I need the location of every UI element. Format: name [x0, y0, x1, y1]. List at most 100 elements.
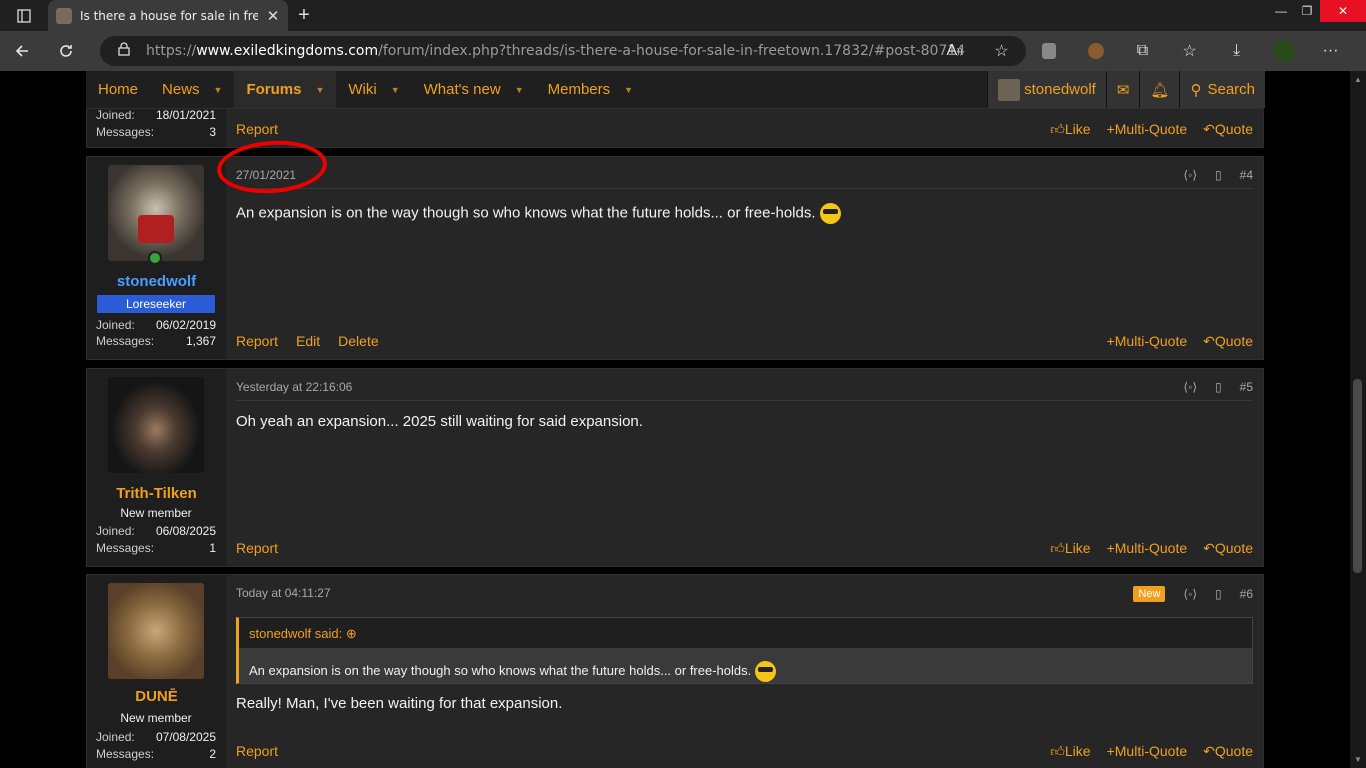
- window-controls: — ❐ ✕: [1268, 0, 1366, 31]
- scroll-up-icon[interactable]: ▲: [1354, 75, 1362, 84]
- avatar[interactable]: [108, 377, 204, 473]
- refresh-icon[interactable]: [44, 31, 88, 71]
- nav-forums-label: Forums: [246, 81, 302, 98]
- tab-actions-icon[interactable]: [0, 0, 48, 31]
- post-3-body: Report 👍︎Like +Multi-Quote ↶Quote: [236, 109, 1253, 147]
- post-date[interactable]: Yesterday at 22:16:06: [236, 380, 352, 394]
- like-button[interactable]: 👍︎Like: [1050, 121, 1090, 138]
- like-button[interactable]: 👍︎Like: [1050, 540, 1090, 557]
- extension-icon[interactable]: [1072, 31, 1119, 71]
- extensions-puzzle-icon[interactable]: ⧉: [1119, 31, 1166, 71]
- ublock-icon[interactable]: [1025, 31, 1072, 71]
- nav-wiki[interactable]: Wiki ▼: [336, 71, 411, 108]
- downloads-icon[interactable]: ⤓: [1213, 31, 1260, 71]
- bookmark-icon[interactable]: ▯: [1215, 587, 1222, 601]
- read-aloud-icon[interactable]: A)): [931, 31, 978, 71]
- browser-address-row: https://www.exiledkingdoms.com/forum/ind…: [0, 31, 1366, 71]
- post-number[interactable]: #5: [1240, 380, 1253, 394]
- nav-news[interactable]: News ▼: [150, 71, 234, 108]
- quote-author[interactable]: stonedwolf said: ⊕: [249, 626, 357, 642]
- favorite-star-icon[interactable]: ☆: [978, 31, 1025, 71]
- minimize-icon[interactable]: —: [1268, 0, 1294, 22]
- share-icon[interactable]: ⟨◦⟩: [1183, 168, 1197, 182]
- thumbs-up-icon: 👍︎: [1050, 121, 1065, 137]
- alerts-bell-icon[interactable]: 🔔︎: [1139, 71, 1180, 108]
- quote-button[interactable]: ↶Quote: [1203, 333, 1253, 350]
- scroll-down-icon[interactable]: ▼: [1354, 755, 1362, 764]
- account-menu[interactable]: stonedwolf: [987, 71, 1106, 108]
- username-link[interactable]: Trith-Tilken: [87, 485, 226, 502]
- user-title: New member: [120, 711, 192, 725]
- nav-home[interactable]: Home: [86, 71, 150, 108]
- user-joined: Joined: 07/08/2025: [96, 730, 216, 744]
- sunglasses-emoji-icon: [754, 661, 776, 682]
- share-icon[interactable]: ⟨◦⟩: [1183, 380, 1197, 394]
- report-link[interactable]: Report: [236, 743, 278, 759]
- report-link[interactable]: Report: [236, 121, 278, 137]
- post-date[interactable]: Today at 04:11:27: [236, 586, 331, 600]
- post-5-body: Yesterday at 22:16:06 ⟨◦⟩ ▯ #5 Oh yeah a…: [236, 369, 1253, 566]
- post-number[interactable]: #4: [1240, 168, 1253, 182]
- page-content: Home News ▼ Forums ▼ Wiki ▼ What's new ▼ Mem…: [0, 71, 1350, 768]
- browser-tab-active[interactable]: Is there a house for sale in freeto ✕: [48, 0, 288, 31]
- address-field[interactable]: https://www.exiledkingdoms.com/forum/ind…: [100, 36, 1026, 66]
- nav-forums[interactable]: Forums ▼: [234, 71, 337, 108]
- chevron-down-icon[interactable]: ▼: [515, 85, 524, 95]
- report-link[interactable]: Report: [236, 333, 278, 349]
- search-button[interactable]: ⚲ Search: [1179, 71, 1265, 108]
- divider: [236, 188, 1253, 189]
- post-number[interactable]: #6: [1240, 587, 1253, 601]
- reply-arrow-icon: ↶: [1203, 333, 1215, 349]
- post-4-actions: Report Edit Delete +Multi-Quote ↶Quote: [236, 333, 1253, 351]
- quote-button[interactable]: ↶Quote: [1203, 743, 1253, 760]
- chevron-down-icon[interactable]: ▼: [391, 85, 400, 95]
- post-5: Trith-Tilken New member Joined: 06/08/202…: [86, 368, 1264, 567]
- bookmark-icon[interactable]: ▯: [1215, 168, 1222, 182]
- page-scrollbar[interactable]: ▲ ▼: [1350, 71, 1366, 768]
- scrollbar-thumb[interactable]: [1353, 379, 1362, 573]
- delete-link[interactable]: Delete: [338, 333, 378, 349]
- chevron-down-icon[interactable]: ▼: [315, 85, 324, 95]
- multi-quote-button[interactable]: +Multi-Quote: [1107, 540, 1188, 557]
- favorites-icon[interactable]: ☆: [1166, 31, 1213, 71]
- like-button[interactable]: 👍︎Like: [1050, 743, 1090, 760]
- url-path: /forum/index.php?threads/is-there-a-hous…: [378, 43, 966, 59]
- nav-whats-new[interactable]: What's new ▼: [412, 71, 536, 108]
- share-icon[interactable]: ⟨◦⟩: [1183, 587, 1197, 601]
- more-menu-icon[interactable]: ···: [1307, 31, 1354, 71]
- quote-button[interactable]: ↶Quote: [1203, 121, 1253, 138]
- back-icon[interactable]: [0, 31, 44, 71]
- bookmark-icon[interactable]: ▯: [1215, 380, 1222, 394]
- chevron-down-icon[interactable]: ▼: [624, 85, 633, 95]
- user-title: New member: [120, 506, 192, 520]
- user-messages: Messages: 1,367: [96, 334, 216, 348]
- avatar[interactable]: [108, 165, 204, 265]
- multi-quote-button[interactable]: +Multi-Quote: [1107, 121, 1188, 138]
- quote-button[interactable]: ↶Quote: [1203, 540, 1253, 557]
- reply-arrow-icon: ↶: [1203, 121, 1215, 137]
- avatar[interactable]: [108, 583, 204, 679]
- restore-icon[interactable]: ❐: [1294, 0, 1320, 22]
- new-tab-icon[interactable]: +: [288, 0, 320, 31]
- post-6-body: Today at 04:11:27 New ⟨◦⟩ ▯ #6 stonedwol…: [236, 575, 1253, 768]
- lock-icon[interactable]: [118, 42, 132, 60]
- edit-link[interactable]: Edit: [296, 333, 320, 349]
- username-link[interactable]: stonedwolf: [87, 273, 226, 290]
- close-window-icon[interactable]: ✕: [1320, 0, 1366, 22]
- nav-members[interactable]: Members ▼: [536, 71, 645, 108]
- thumbs-up-icon: 👍︎: [1050, 540, 1065, 556]
- chevron-down-icon[interactable]: ▼: [214, 85, 223, 95]
- close-tab-icon[interactable]: ✕: [266, 7, 280, 25]
- site-favicon-icon: [56, 7, 72, 24]
- inbox-icon[interactable]: ✉: [1105, 71, 1140, 108]
- profile-avatar-icon[interactable]: [1260, 31, 1307, 71]
- arrow-up-circle-icon[interactable]: ⊕: [346, 626, 357, 641]
- multi-quote-button[interactable]: +Multi-Quote: [1107, 333, 1188, 350]
- multi-quote-button[interactable]: +Multi-Quote: [1107, 743, 1188, 760]
- username-link[interactable]: DUNĒ: [87, 688, 226, 705]
- search-label: Search: [1207, 81, 1255, 98]
- reply-arrow-icon: ↶: [1203, 743, 1215, 759]
- report-link[interactable]: Report: [236, 540, 278, 556]
- post-3-user-cell: Joined: 18/01/2021 Messages: 3: [87, 108, 226, 147]
- avatar: [998, 78, 1021, 101]
